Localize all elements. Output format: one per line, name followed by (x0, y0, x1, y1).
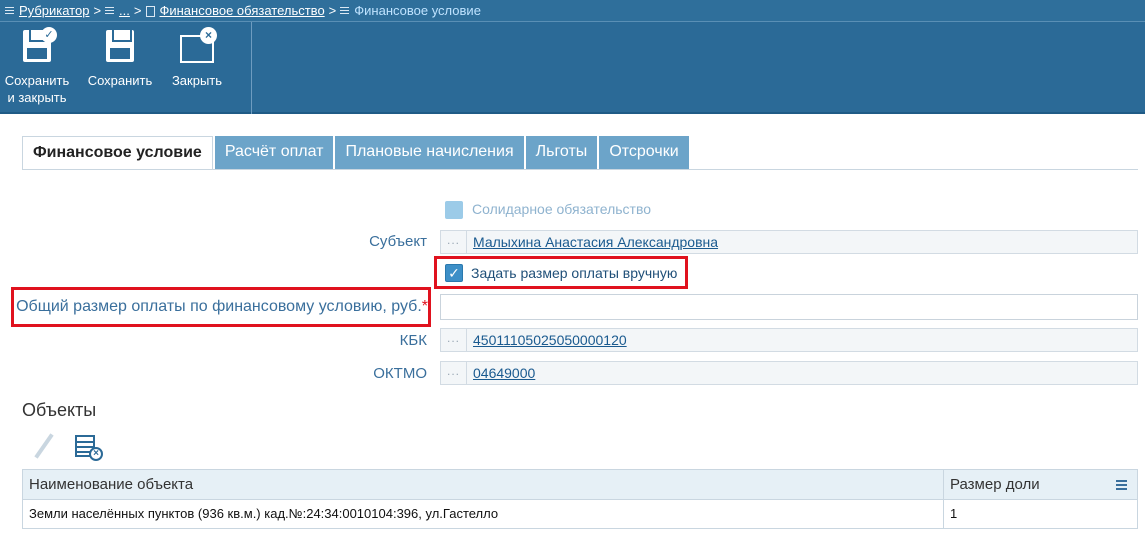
breadcrumb-item-ellipsis[interactable]: ... (105, 3, 130, 18)
close-label: Закрыть (171, 73, 223, 88)
column-header-object-name[interactable]: Наименование объекта (23, 470, 944, 499)
breadcrumb-separator: > (93, 3, 102, 18)
save-and-close-button[interactable]: ✓ Сохранить и закрыть (0, 22, 74, 112)
document-icon (145, 5, 156, 17)
oktmo-field: ... 04649000 (440, 361, 1138, 385)
kbk-field: ... 45011105025050000120 (440, 328, 1138, 352)
subject-lookup-button[interactable]: ... (441, 231, 467, 253)
total-payment-input[interactable] (440, 294, 1138, 320)
breadcrumb-item-rubricator[interactable]: Рубрикатор (5, 3, 89, 18)
oktmo-lookup-button[interactable]: ... (441, 362, 467, 384)
solidary-checkbox[interactable] (445, 201, 463, 219)
tab-financial-condition[interactable]: Финансовое условие (22, 136, 213, 170)
breadcrumb-current: Финансовое условие (354, 3, 481, 18)
table-header: Наименование объекта Размер доли (23, 470, 1137, 500)
objects-table: Наименование объекта Размер доли Земли н… (22, 469, 1138, 529)
table-cell-share: 1 (950, 506, 958, 521)
breadcrumb-link[interactable]: Рубрикатор (19, 3, 89, 18)
save-button[interactable]: Сохранить (82, 22, 158, 112)
close-button[interactable]: × Закрыть (166, 22, 228, 112)
subject-field: ... Малыхина Анастасия Александровна (440, 230, 1138, 254)
save-label: Сохранить (87, 73, 153, 88)
table-cell-object-name: Земли населённых пунктов (936 кв.м.) кад… (23, 500, 944, 528)
list-icon (340, 6, 350, 16)
breadcrumb-item-current: Финансовое условие (340, 3, 481, 18)
tabs-divider (22, 169, 1138, 170)
tab-deferrals[interactable]: Отсрочки (599, 136, 689, 170)
breadcrumb-link[interactable]: Финансовое обязательство (159, 3, 324, 18)
column-menu-icon[interactable] (1116, 480, 1127, 482)
objects-section-title: Объекты (22, 400, 97, 420)
column-header-share-label: Размер доли (950, 476, 1040, 493)
breadcrumb-item-financial-obligation[interactable]: Финансовое обязательство (145, 3, 325, 18)
table-row[interactable]: Земли населённых пунктов (936 кв.м.) кад… (23, 500, 1137, 528)
edit-pencil-icon[interactable] (33, 432, 53, 460)
solidary-label: Солидарное обязательство (472, 201, 652, 217)
breadcrumb-link[interactable]: ... (119, 3, 130, 18)
breadcrumb-separator: > (328, 3, 337, 18)
oktmo-label: ОКТМО (373, 365, 427, 382)
subject-label: Субъект (369, 233, 427, 250)
column-header-share[interactable]: Размер доли (944, 470, 1137, 499)
tab-payment-calculation[interactable]: Расчёт оплат (214, 136, 334, 170)
breadcrumb: Рубрикатор > ... > Финансовое обязательс… (0, 0, 1145, 22)
save-and-close-icon: ✓ (17, 27, 57, 67)
toolbar: ✓ Сохранить и закрыть Сохранить × Закрыт… (0, 22, 1145, 114)
list-icon (5, 6, 15, 16)
subject-value-link[interactable]: Малыхина Анастасия Александровна (467, 234, 718, 250)
toolbar-group: ✓ Сохранить и закрыть Сохранить × Закрыт… (0, 22, 252, 114)
kbk-lookup-button[interactable]: ... (441, 329, 467, 351)
highlight-box-label (11, 287, 431, 327)
oktmo-value-link[interactable]: 04649000 (467, 365, 535, 381)
kbk-label: КБК (399, 332, 427, 349)
table-remove-icon[interactable]: × (75, 433, 103, 461)
tab-benefits[interactable]: Льготы (525, 136, 598, 170)
list-icon (105, 6, 115, 16)
save-icon (100, 27, 140, 67)
breadcrumb-separator: > (133, 3, 142, 18)
highlight-box-checkbox (434, 256, 688, 289)
tab-planned-charges[interactable]: Плановые начисления (335, 136, 524, 170)
kbk-value-link[interactable]: 45011105025050000120 (467, 332, 627, 348)
tabs: Финансовое условие Расчёт оплат Плановые… (22, 136, 691, 170)
close-icon: × (177, 27, 217, 67)
save-and-close-label: Сохранить и закрыть (4, 73, 70, 105)
